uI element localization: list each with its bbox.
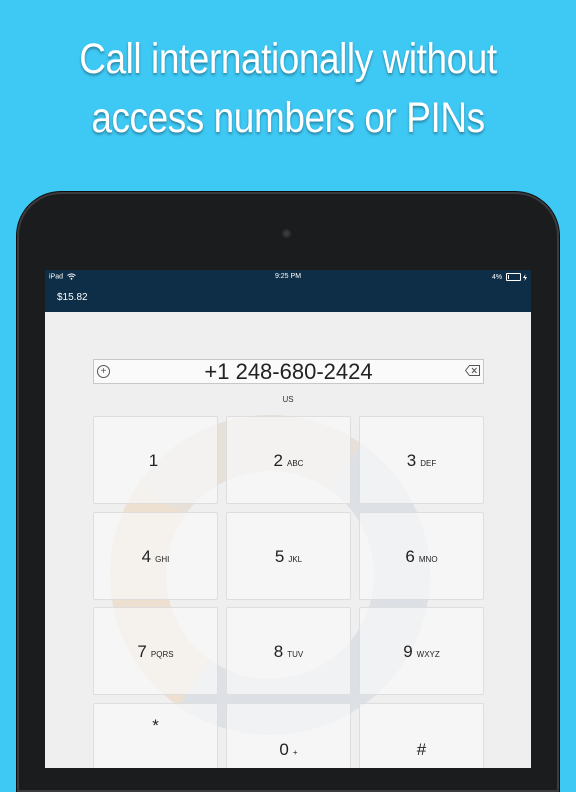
- headline-line-1: Call internationally without: [79, 35, 497, 83]
- headline: Call internationally without access numb…: [40, 30, 535, 148]
- app-top-bar: iPad 9:25 PM 4% $15.82: [45, 270, 531, 312]
- key-6[interactable]: 6 MNO: [359, 512, 484, 600]
- backspace-icon[interactable]: [465, 365, 480, 376]
- key-0[interactable]: 0 +: [226, 703, 351, 768]
- key-digit: 6: [405, 547, 415, 566]
- key-letters: ABC: [287, 459, 304, 468]
- key-3[interactable]: 3 DEF: [359, 416, 484, 504]
- key-letters: MNO: [418, 555, 438, 564]
- key-digit: #: [416, 740, 427, 759]
- key-2[interactable]: 2 ABC: [226, 416, 351, 504]
- status-battery: 4%: [492, 273, 527, 281]
- app-screen: iPad 9:25 PM 4% $15.82 + +1 248-680-2424…: [45, 270, 531, 768]
- key-digit: 4: [141, 547, 152, 566]
- key-4[interactable]: 4 GHI: [93, 512, 218, 600]
- key-digit: 1: [148, 451, 159, 470]
- key-letters: DEF: [420, 459, 437, 468]
- key-digit: 8: [273, 642, 284, 661]
- battery-percent: 4%: [491, 273, 503, 281]
- key-digit: 7: [137, 642, 147, 661]
- key-star[interactable]: *: [93, 703, 218, 768]
- key-hash[interactable]: #: [359, 703, 484, 768]
- key-letters: PQRS: [150, 650, 174, 659]
- key-9[interactable]: 9 WXYZ: [359, 607, 484, 695]
- key-digit: 2: [273, 451, 283, 470]
- headline-line-2: access numbers or PINs: [91, 94, 485, 142]
- key-letters: JKL: [288, 555, 303, 564]
- charging-icon: [523, 273, 527, 281]
- key-8[interactable]: 8 TUV: [226, 607, 351, 695]
- balance: $15.82: [57, 292, 88, 303]
- key-letters: +: [292, 748, 298, 757]
- camera-icon: [282, 229, 291, 238]
- key-digit: 9: [403, 642, 413, 661]
- phone-number-field[interactable]: + +1 248-680-2424: [93, 359, 484, 384]
- battery-icon: [506, 273, 522, 281]
- status-time: 9:25 PM: [274, 273, 302, 280]
- key-5[interactable]: 5 JKL: [226, 512, 351, 600]
- key-digit: 3: [406, 451, 417, 470]
- key-digit: 5: [274, 547, 285, 566]
- key-letters: WXYZ: [416, 650, 440, 659]
- key-1[interactable]: 1: [93, 416, 218, 504]
- phone-number-value: +1 248-680-2424: [204, 359, 373, 384]
- key-digit: *: [152, 716, 159, 735]
- key-digit: 0: [279, 740, 289, 759]
- country-code: US: [282, 395, 294, 404]
- key-7[interactable]: 7 PQRS: [93, 607, 218, 695]
- key-letters: GHI: [155, 555, 170, 564]
- key-letters: TUV: [287, 650, 304, 659]
